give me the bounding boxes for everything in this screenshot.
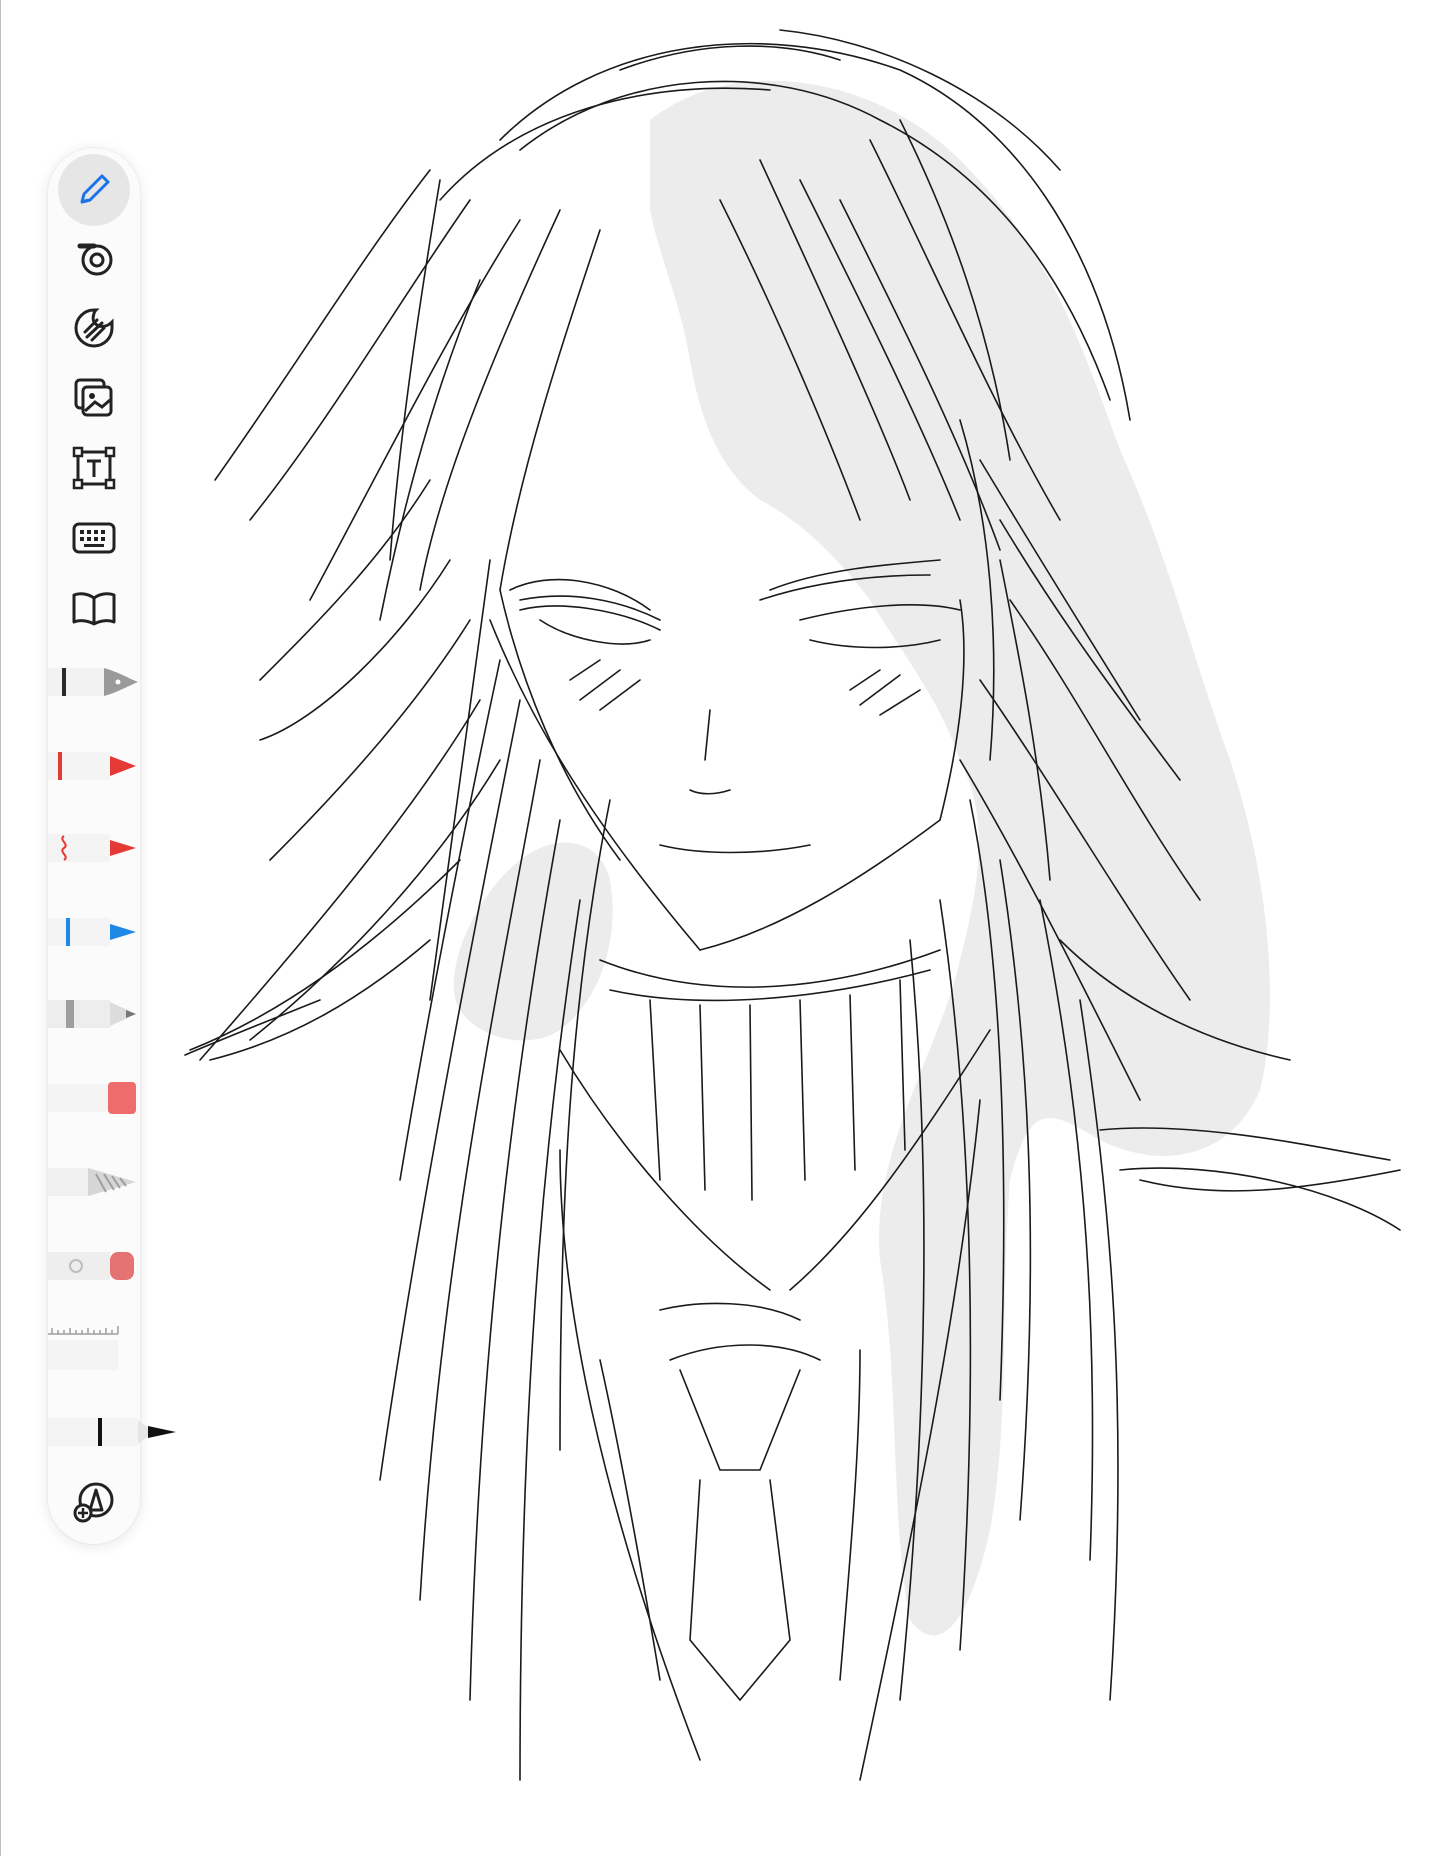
ballpoint-button[interactable] xyxy=(48,912,140,952)
rubber-icon xyxy=(48,1252,134,1280)
pencil-tool-button[interactable] xyxy=(58,154,130,226)
image-tool-button[interactable] xyxy=(58,366,130,430)
text-box-icon xyxy=(72,446,116,490)
pencil-pen-button[interactable] xyxy=(48,994,140,1034)
add-pen-button[interactable] xyxy=(58,1470,130,1534)
sticker-icon xyxy=(74,308,114,348)
ruler-button[interactable] xyxy=(48,1320,140,1370)
ruler-icon xyxy=(48,1326,119,1370)
rubber-button[interactable] xyxy=(48,1246,140,1286)
lasso-button[interactable] xyxy=(48,1162,140,1202)
pencil-tool-icon xyxy=(48,1000,136,1028)
hair-fill xyxy=(650,80,1270,1636)
add-pen-icon xyxy=(73,1482,114,1523)
eraser-button[interactable] xyxy=(48,1078,140,1118)
pencil-icon xyxy=(80,174,110,204)
tape-tool-button[interactable] xyxy=(58,226,130,290)
book-tool-button[interactable] xyxy=(58,576,130,640)
marker-button[interactable] xyxy=(48,746,140,786)
keyboard-icon xyxy=(72,522,116,554)
tape-icon xyxy=(77,243,113,276)
ballpoint-icon xyxy=(48,918,136,946)
brush-button[interactable] xyxy=(48,828,140,868)
image-icon xyxy=(74,378,113,417)
keyboard-tool-button[interactable] xyxy=(58,506,130,570)
fountain-pen-icon xyxy=(48,668,138,696)
drawing-canvas[interactable] xyxy=(0,0,1440,1856)
fountain-pen-button[interactable] xyxy=(48,662,140,702)
lasso-icon xyxy=(48,1168,136,1196)
sticker-tool-button[interactable] xyxy=(58,296,130,360)
hair-fill-left xyxy=(453,842,613,1041)
text-box-tool-button[interactable] xyxy=(58,436,130,500)
black-pen-button[interactable] xyxy=(48,1412,178,1452)
book-icon xyxy=(72,592,116,626)
black-pen-icon xyxy=(48,1418,176,1446)
eraser-icon xyxy=(48,1082,136,1114)
marker-icon xyxy=(48,752,136,780)
toolbar xyxy=(48,148,176,1544)
brush-icon xyxy=(48,834,136,862)
